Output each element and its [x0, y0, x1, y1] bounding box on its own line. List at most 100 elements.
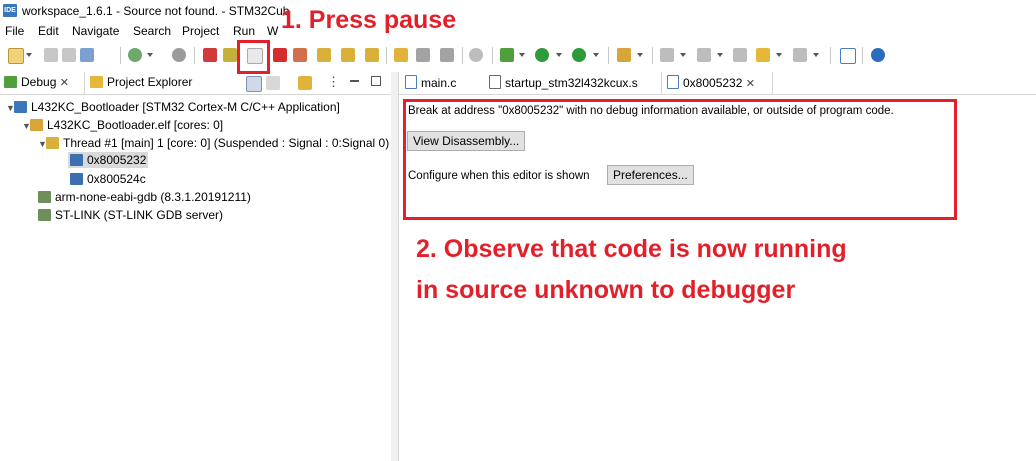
toolbar-separator: [120, 47, 121, 64]
maximize-icon[interactable]: [371, 76, 381, 86]
step-return-icon[interactable]: [365, 48, 379, 62]
chevron-down-icon[interactable]: [813, 53, 819, 57]
close-icon[interactable]: ✕: [746, 78, 755, 90]
open-perspective-icon[interactable]: [840, 48, 856, 64]
tab-debug-label: Debug: [21, 75, 57, 89]
toolbar-separator: [194, 47, 195, 64]
view-menu-icon[interactable]: ⋮: [327, 74, 340, 90]
tree-item-thread[interactable]: ▼ Thread #1 [main] 1 [core: 0] (Suspended…: [38, 136, 389, 150]
debug-bug-icon[interactable]: [500, 48, 514, 62]
debug-view-tabbar: Debug ✕ Project Explorer ⋮: [0, 72, 391, 95]
drop-to-frame-icon[interactable]: [440, 48, 454, 62]
terminate-relaunch-icon[interactable]: [203, 48, 217, 62]
chevron-down-icon[interactable]: [147, 53, 153, 57]
tab-startup-s-label: startup_stm32l432kcux.s: [505, 76, 638, 90]
restart-icon[interactable]: [469, 48, 483, 62]
back-arrow-icon[interactable]: [756, 48, 770, 62]
c-file-icon: [405, 75, 417, 89]
minimize-icon[interactable]: [350, 80, 359, 82]
chevron-down-icon[interactable]: [519, 53, 525, 57]
tree-item-launch[interactable]: ▼ L432KC_Bootloader [STM32 Cortex-M C/C++…: [6, 100, 340, 114]
run-icon[interactable]: [535, 48, 549, 62]
toolbar-separator: [830, 47, 831, 64]
save-icon[interactable]: [44, 48, 58, 62]
title-bar: IDE workspace_1.6.1 - Source not found. …: [0, 0, 1036, 22]
tree-item-frame[interactable]: 0x800524c: [70, 172, 146, 186]
toolbar-separator: [652, 47, 653, 64]
menu-search[interactable]: Search: [133, 24, 171, 38]
toolbar-separator: [608, 47, 609, 64]
external-tools-icon[interactable]: [572, 48, 586, 62]
menu-file[interactable]: File: [5, 24, 24, 38]
asm-file-icon: [489, 75, 501, 89]
c-file-icon: [667, 75, 679, 89]
annotation-step2-line2: in source unknown to debugger: [416, 276, 796, 304]
main-toolbar: [0, 42, 1036, 70]
chevron-down-icon[interactable]: [26, 53, 32, 57]
tab-startup-s[interactable]: startup_stm32l432kcux.s: [489, 75, 638, 90]
toggle-mark-icon[interactable]: [617, 48, 631, 62]
tree-item-label: 0x800524c: [87, 172, 146, 186]
annotation-step1: 1. Press pause: [281, 6, 457, 34]
resume-icon[interactable]: [223, 48, 237, 62]
tab-project-explorer[interactable]: Project Explorer: [90, 75, 192, 89]
menu-bar: File Edit Navigate Search Project Run W: [0, 22, 1036, 42]
remove-terminated-icon[interactable]: [266, 76, 280, 90]
editor-tabbar: main.c startup_stm32l432kcux.s 0x8005232…: [399, 72, 1036, 95]
tab-main-c[interactable]: main.c: [405, 75, 456, 90]
build-icon[interactable]: [80, 48, 94, 62]
gdb-server-icon: [38, 209, 51, 221]
last-edit-location-icon[interactable]: [733, 48, 747, 62]
chevron-down-icon[interactable]: ▼: [6, 103, 15, 113]
pane-splitter[interactable]: [391, 72, 398, 461]
thread-icon: [46, 137, 59, 149]
terminate-icon[interactable]: [273, 48, 287, 62]
chevron-down-icon[interactable]: [637, 53, 643, 57]
chevron-down-icon[interactable]: [717, 53, 723, 57]
menu-edit[interactable]: Edit: [38, 24, 59, 38]
tree-item-elf[interactable]: ▼ L432KC_Bootloader.elf [cores: 0]: [22, 118, 223, 132]
info-icon[interactable]: [871, 48, 885, 62]
tree-item-stlink[interactable]: ST-LINK (ST-LINK GDB server): [38, 208, 223, 222]
stack-frame-icon: [70, 173, 83, 185]
chevron-down-icon[interactable]: ▼: [22, 121, 31, 131]
chevron-down-icon[interactable]: [776, 53, 782, 57]
tree-item-label: arm-none-eabi-gdb (8.3.1.20191211): [55, 190, 251, 204]
menu-run[interactable]: Run: [233, 24, 255, 38]
new-file-icon[interactable]: [8, 48, 24, 64]
close-icon[interactable]: ✕: [60, 77, 69, 89]
forward-arrow-icon[interactable]: [793, 48, 807, 62]
use-step-filters-icon[interactable]: [416, 48, 430, 62]
tab-address[interactable]: 0x8005232 ✕: [667, 75, 755, 90]
annotation-step2-line1: 2. Observe that code is now running: [416, 235, 847, 263]
chevron-down-icon[interactable]: ▼: [38, 139, 47, 149]
menu-project[interactable]: Project: [182, 24, 219, 38]
chevron-down-icon[interactable]: [593, 53, 599, 57]
tab-main-c-label: main.c: [421, 76, 457, 90]
project-explorer-icon: [90, 76, 103, 88]
tree-item-gdb[interactable]: arm-none-eabi-gdb (8.3.1.20191211): [38, 190, 251, 204]
gdb-process-icon: [38, 191, 51, 203]
disconnect-icon[interactable]: [293, 48, 307, 62]
chevron-down-icon[interactable]: [680, 53, 686, 57]
instruction-stepping-icon[interactable]: [394, 48, 408, 62]
tree-item-label: 0x8005232: [87, 153, 147, 167]
collapse-all-icon[interactable]: [246, 76, 262, 92]
refresh-icon[interactable]: [128, 48, 142, 62]
menu-window[interactable]: W: [267, 24, 278, 38]
menu-navigate[interactable]: Navigate: [72, 24, 119, 38]
ide-logo-icon: IDE: [3, 4, 17, 17]
tab-project-explorer-label: Project Explorer: [107, 75, 193, 89]
step-over-icon[interactable]: [341, 48, 355, 62]
instruction-stepping-icon[interactable]: [298, 76, 312, 90]
save-all-icon[interactable]: [62, 48, 76, 62]
toolbar-separator: [462, 47, 463, 64]
next-annotation-icon[interactable]: [660, 48, 674, 62]
chevron-down-icon[interactable]: [556, 53, 562, 57]
skip-breakpoints-icon[interactable]: [172, 48, 186, 62]
previous-annotation-icon[interactable]: [697, 48, 711, 62]
tree-item-frame-selected[interactable]: 0x8005232: [68, 152, 149, 168]
step-into-icon[interactable]: [317, 48, 331, 62]
tab-address-label: 0x8005232: [683, 76, 743, 90]
tab-debug[interactable]: Debug ✕: [4, 75, 69, 89]
